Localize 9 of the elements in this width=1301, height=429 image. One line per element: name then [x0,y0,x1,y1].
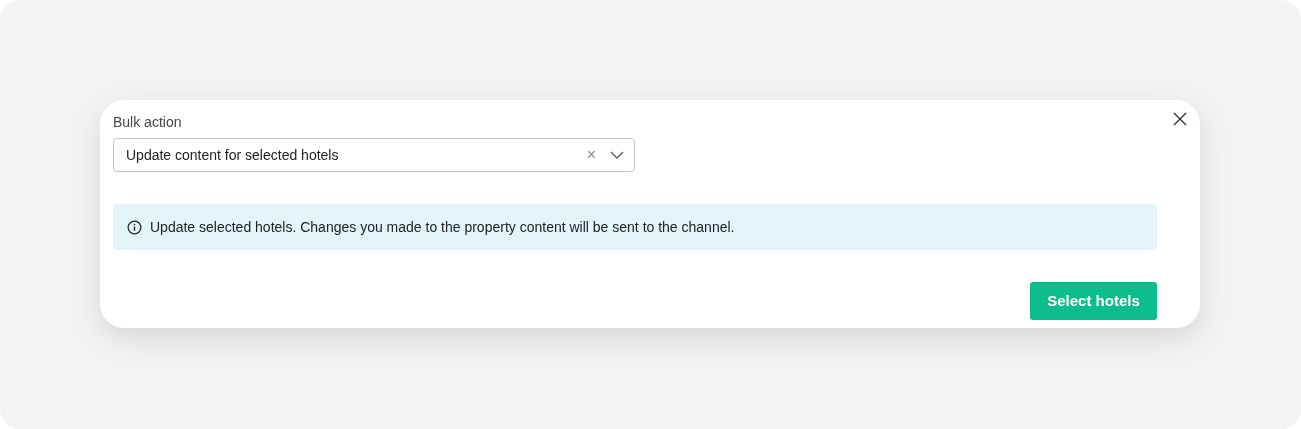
chevron-down-icon[interactable] [610,151,624,159]
close-icon[interactable] [1173,112,1187,126]
field-label: Bulk action [113,114,182,131]
info-icon [127,219,142,235]
select-value: Update content for selected hotels [126,145,340,165]
select-field[interactable]: Update content for selected hotels × [113,138,635,172]
info-message: Update selected hotels. Changes you made to the property content will be sent to the channel. [150,217,735,237]
clear-button[interactable]: × [586,147,596,163]
select-hotels-button[interactable]: Select hotels [1030,282,1157,320]
